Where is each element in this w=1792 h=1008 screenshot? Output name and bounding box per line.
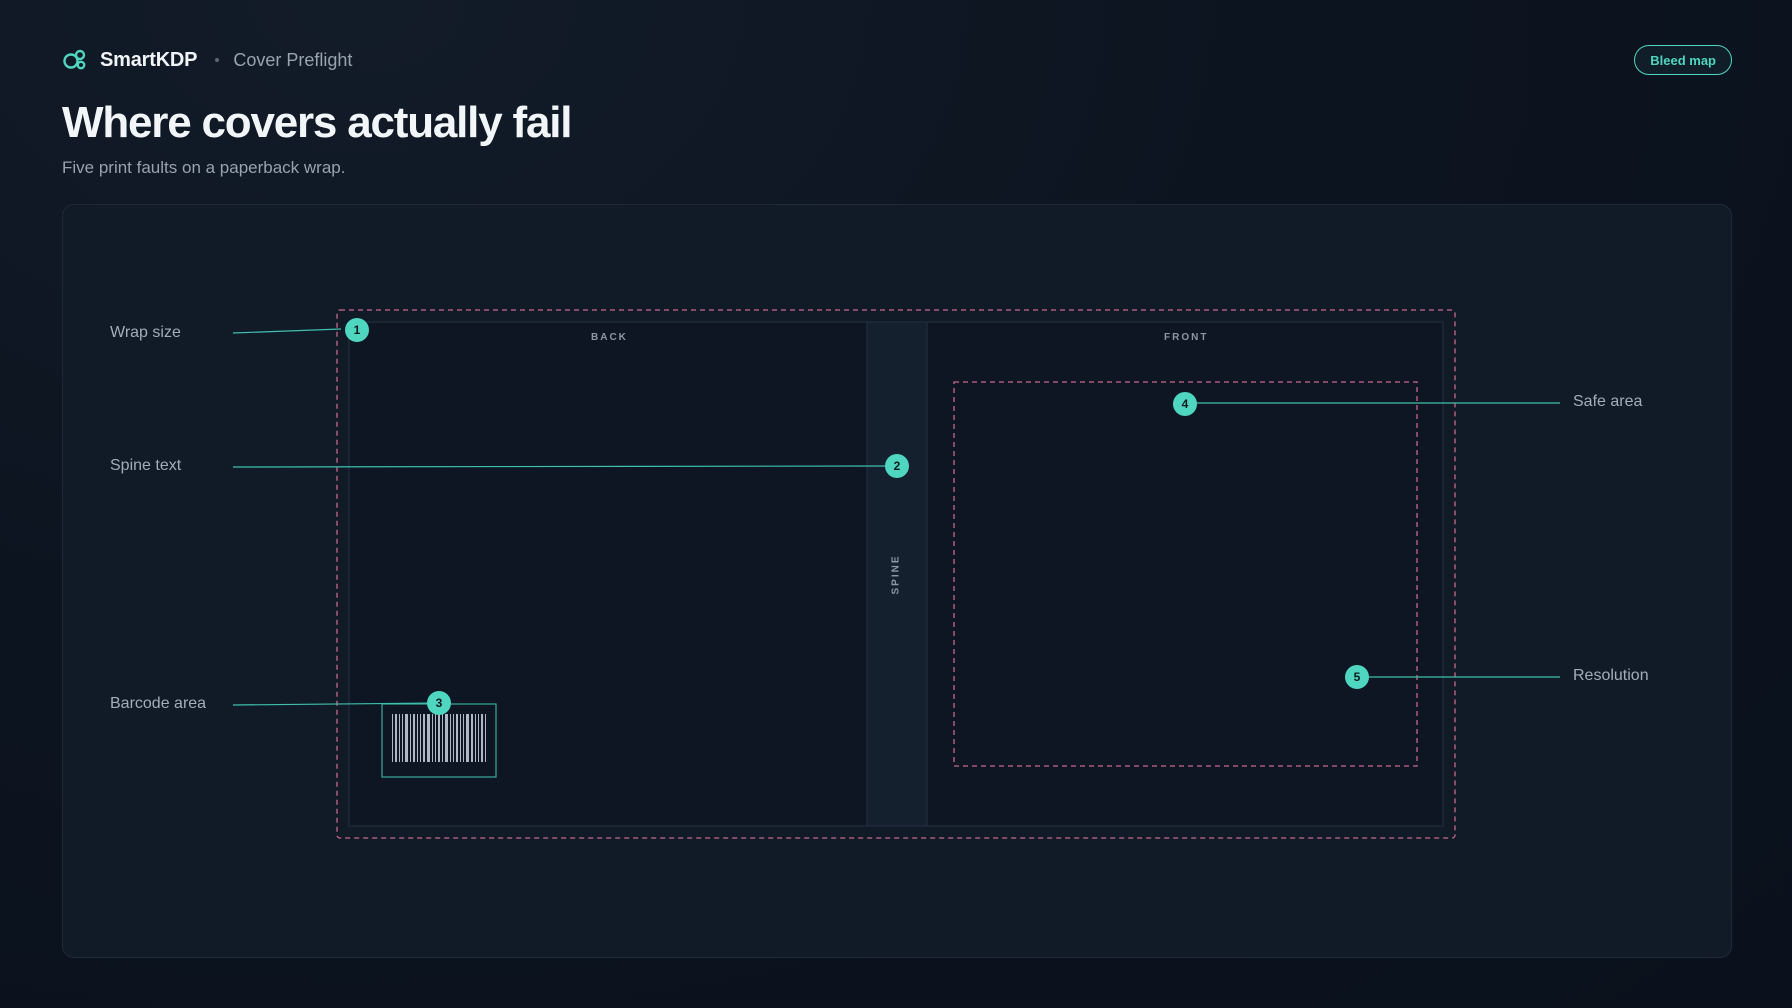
barcode-bar [420, 714, 421, 762]
barcode-bar [427, 714, 430, 762]
barcode-bar [438, 714, 440, 762]
barcode-bar [478, 714, 479, 762]
barcode-bar [450, 714, 451, 762]
callout-marker-5[interactable]: 5 [1345, 665, 1369, 689]
callout-label-wrap-size: Wrap size [110, 324, 181, 341]
barcode-bar [475, 714, 476, 762]
barcode-bar [399, 714, 400, 762]
barcode-bar [445, 714, 448, 762]
barcode-bar [442, 714, 443, 762]
barcode-bar [460, 714, 461, 762]
barcode-bar [413, 714, 415, 762]
barcode-bar [481, 714, 483, 762]
barcode-bar [402, 714, 403, 762]
leader-line-1 [232, 328, 342, 334]
page-title: Where covers actually fail [62, 98, 572, 147]
barcode-bar [392, 714, 393, 762]
callout-marker-2[interactable]: 2 [885, 454, 909, 478]
callout-label-barcode-area: Barcode area [110, 695, 207, 712]
barcode-bar [405, 714, 408, 762]
logo-icon [63, 49, 86, 70]
barcode-bar [417, 714, 418, 762]
barcode-bars [392, 714, 486, 762]
barcode-bar [485, 714, 486, 762]
breadcrumb-separator [215, 58, 220, 62]
callout-marker-1[interactable]: 1 [345, 318, 369, 342]
barcode-bar [423, 714, 425, 762]
barcode-bar [432, 714, 433, 762]
app-header: SmartKDP Cover Preflight Bleed map [62, 44, 1732, 76]
barcode-bar [395, 714, 397, 762]
spine-label: SPINE [890, 554, 902, 595]
callout-label-spine-text: Spine text [110, 457, 182, 474]
front-label: FRONT [1164, 332, 1209, 343]
callout-label-resolution: Resolution [1573, 667, 1649, 684]
barcode-bar [463, 714, 464, 762]
callout-label-safe-area: Safe area [1573, 393, 1643, 410]
callout-marker-3[interactable]: 3 [427, 691, 451, 715]
barcode-bar [435, 714, 436, 762]
callout-marker-4[interactable]: 4 [1173, 392, 1197, 416]
barcode-bar [471, 714, 473, 762]
back-label: BACK [591, 332, 628, 343]
barcode-bar [456, 714, 458, 762]
barcode-bar [466, 714, 469, 762]
page-subtitle: Five print faults on a paperback wrap. [62, 158, 346, 177]
barcode-bar [453, 714, 454, 762]
brand-name: SmartKDP [100, 48, 198, 71]
breadcrumb: Cover Preflight [233, 49, 353, 70]
bleed-map-button[interactable]: Bleed map [1634, 45, 1732, 75]
cover-wrap-diagram: BACK FRONT SPINE Wrap size Spine text Ba… [62, 204, 1732, 958]
barcode-bar [410, 714, 411, 762]
